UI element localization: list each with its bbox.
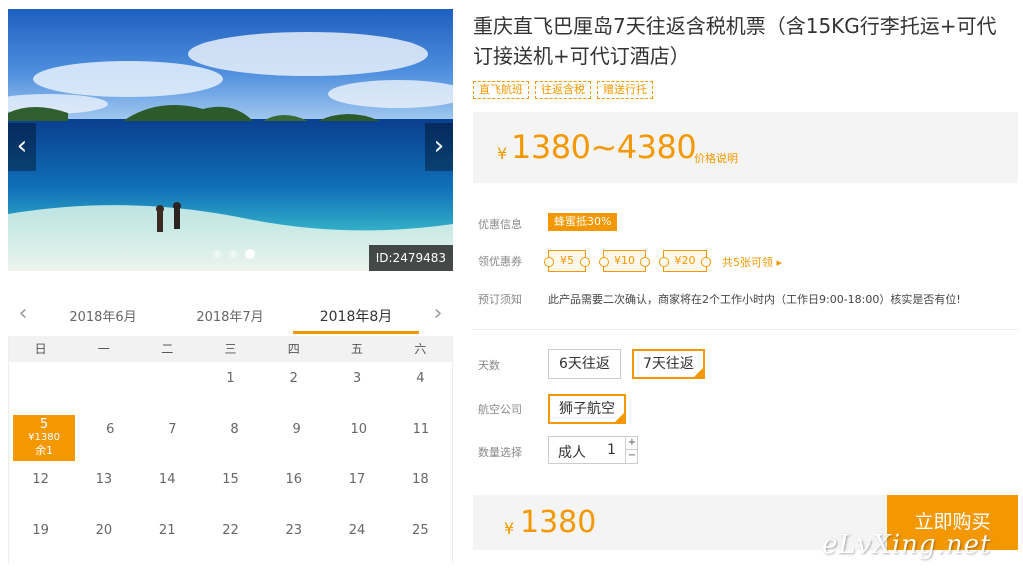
carousel-dot-active[interactable] <box>245 249 255 259</box>
price-explanation-link[interactable]: 价格说明 <box>694 150 738 166</box>
weekday-label: 三 <box>224 342 237 356</box>
calendar-day[interactable]: 14 <box>136 463 199 514</box>
weekday-header: 日 一 二 三 四 五 六 <box>9 336 452 362</box>
section-divider <box>473 329 1018 330</box>
calendar-day[interactable]: 9 <box>266 413 328 464</box>
product-page: ‹ › ID:2479483 ‹ 2018年6月 2018年7月 2018年8月… <box>0 0 1023 579</box>
month-tab-august[interactable]: 2018年8月 <box>293 306 419 334</box>
calendar-empty-cell <box>72 362 135 413</box>
feature-tags: 直飞航班 往返含税 赠送行托 <box>473 81 653 99</box>
weekday-label: 日 <box>34 342 47 356</box>
month-tab-july[interactable]: 2018年7月 <box>175 306 285 325</box>
calendar-empty-cell <box>136 362 199 413</box>
weekday-label: 二 <box>161 342 174 356</box>
quantity-increase-button[interactable]: + <box>625 437 638 450</box>
feature-tag: 往返含税 <box>535 81 591 99</box>
calendar-day[interactable]: 19 <box>9 514 72 565</box>
carousel-next-button[interactable]: › <box>425 123 453 171</box>
calendar-day[interactable]: 3 <box>325 362 388 413</box>
calendar-day[interactable]: 10 <box>328 413 390 464</box>
calendar-day[interactable]: 20 <box>72 514 135 565</box>
month-tab-june[interactable]: 2018年6月 <box>48 306 158 325</box>
promo-label: 优惠信息 <box>478 218 522 231</box>
calendar-day[interactable]: 21 <box>136 514 199 565</box>
days-label: 天数 <box>478 359 500 372</box>
carousel-dots <box>213 249 255 259</box>
calendar-day[interactable]: 17 <box>325 463 388 514</box>
calendar-day[interactable]: 7 <box>141 413 203 464</box>
promo-badge: 蜂蜜抵30% <box>548 213 618 231</box>
coupon-20[interactable]: ¥20 <box>659 250 711 272</box>
calendar-day[interactable]: 8 <box>203 413 265 464</box>
quantity-decrease-button[interactable]: − <box>625 450 638 463</box>
calendar-day[interactable]: 13 <box>72 463 135 514</box>
calendar-day[interactable]: 12 <box>9 463 72 514</box>
calendar-week: 12 13 14 15 16 17 18 <box>9 463 452 514</box>
carousel-dot[interactable] <box>229 250 237 258</box>
calendar-day[interactable]: 4 <box>389 362 452 413</box>
quantity-value[interactable]: 1 <box>607 442 616 458</box>
coupon-10[interactable]: ¥10 <box>599 250 650 272</box>
calendar-day[interactable]: 16 <box>262 463 325 514</box>
calendar-week: 1 2 3 4 <box>9 362 452 413</box>
calendar-day[interactable]: 1 <box>199 362 262 413</box>
calendar-day[interactable]: 15 <box>199 463 262 514</box>
calendar-week: 5 ¥1380 余1 6 7 8 9 10 11 <box>9 413 452 464</box>
quantity-stepper[interactable]: 成人 1 + − <box>548 436 638 464</box>
option-6-days[interactable]: 6天往返 <box>548 349 621 379</box>
product-photo-carousel[interactable]: ‹ › ID:2479483 <box>8 9 453 271</box>
weekday-label: 五 <box>351 342 364 356</box>
selected-day-price: ¥1380 <box>28 431 60 443</box>
weekday-label: 一 <box>97 342 110 356</box>
calendar-day[interactable]: 25 <box>389 514 452 565</box>
calendar-day[interactable]: 18 <box>389 463 452 514</box>
selected-day-number: 5 <box>39 416 49 432</box>
option-7-days-selected[interactable]: 7天往返 <box>632 349 705 379</box>
carousel-dot[interactable] <box>213 250 221 258</box>
weekday-label: 四 <box>287 342 300 356</box>
more-coupons-link[interactable]: 共5张可领 ▸ <box>722 254 782 270</box>
total-currency: ¥ <box>504 519 515 538</box>
calendar-day[interactable]: 22 <box>199 514 262 565</box>
booking-notice-text: 此产品需要二次确认，商家将在2个工作小时内（工作日9:00-18:00）核实是否… <box>548 293 961 306</box>
carousel-prev-button[interactable]: ‹ <box>8 123 36 171</box>
coupon-5[interactable]: ¥5 <box>544 250 590 272</box>
calendar-day[interactable]: 24 <box>325 514 388 565</box>
price-range: 1380~4380 <box>511 128 697 166</box>
price-panel: ¥ 1380~4380 价格说明 <box>473 112 1018 183</box>
weekday-label: 六 <box>414 342 427 356</box>
selected-day-remaining: 余1 <box>35 443 54 457</box>
calendar-empty-cell <box>9 362 72 413</box>
calendar-day-selected[interactable]: 5 ¥1380 余1 <box>13 414 76 461</box>
next-month-button[interactable]: › <box>426 301 450 326</box>
calendar-day[interactable]: 23 <box>262 514 325 565</box>
calendar-week: 19 20 21 22 23 24 25 <box>9 514 452 565</box>
price-currency: ¥ <box>497 144 508 163</box>
month-navigation: ‹ 2018年6月 2018年7月 2018年8月 › <box>8 298 453 336</box>
feature-tag: 赠送行托 <box>597 81 653 99</box>
calendar-day[interactable]: 2 <box>262 362 325 413</box>
option-airline-selected[interactable]: 狮子航空 <box>548 394 626 424</box>
prev-month-button[interactable]: ‹ <box>11 301 35 326</box>
calendar-day[interactable]: 11 <box>390 413 452 464</box>
booking-notice-label: 预订须知 <box>478 293 522 306</box>
date-calendar: 日 一 二 三 四 五 六 1 2 3 4 5 ¥1380 余1 6 7 8 9… <box>8 336 453 564</box>
coupon-label: 领优惠券 <box>478 255 522 268</box>
feature-tag: 直飞航班 <box>473 81 529 99</box>
site-watermark: eLvXing.net <box>822 530 992 560</box>
airline-label: 航空公司 <box>478 403 522 416</box>
product-title: 重庆直飞巴厘岛7天往返含税机票（含15KG行李托运+可代订接送机+可代订酒店） <box>473 14 997 68</box>
calendar-day[interactable]: 6 <box>79 413 141 464</box>
quantity-label: 数量选择 <box>478 446 522 459</box>
quantity-unit: 成人 <box>558 445 586 461</box>
image-id-label: ID:2479483 <box>368 245 453 271</box>
beach-photo <box>8 9 453 271</box>
total-price: 1380 <box>520 505 597 540</box>
